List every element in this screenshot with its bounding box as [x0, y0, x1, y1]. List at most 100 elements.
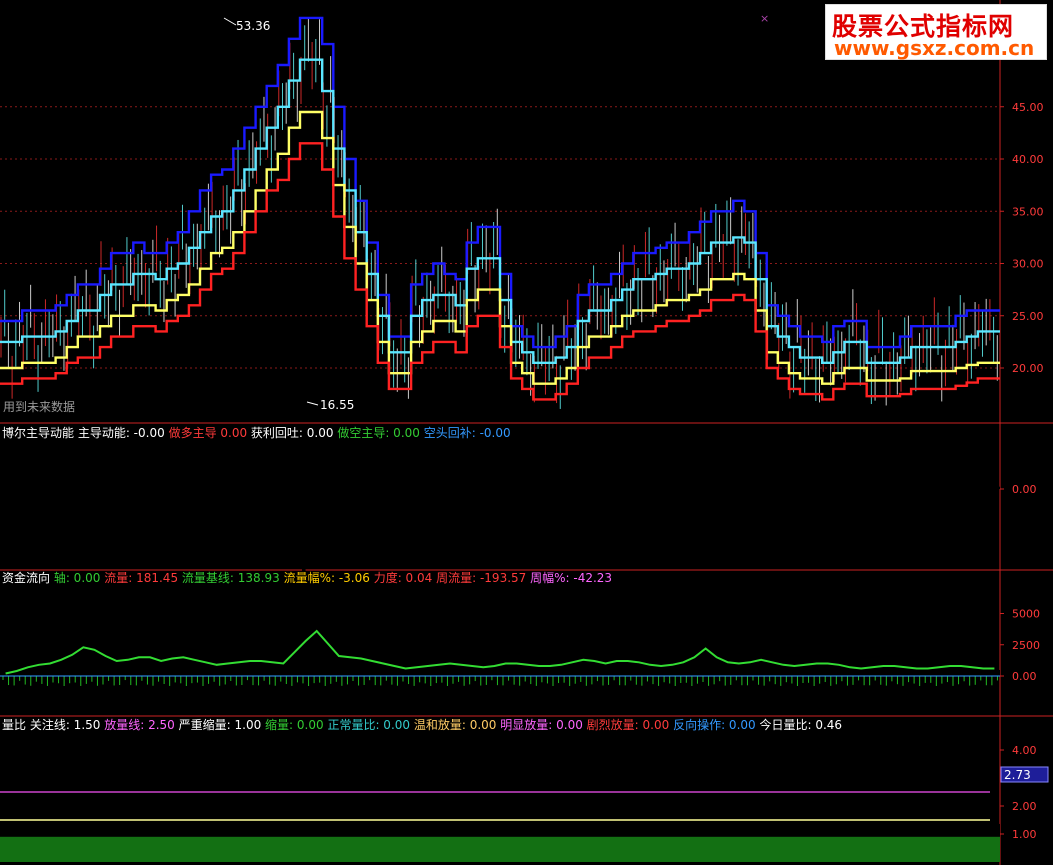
legend-title: 资金流向 — [2, 570, 54, 585]
flow-bar — [124, 661, 128, 676]
legend-item: 流量: 181.45 — [104, 571, 182, 585]
boll-bar — [196, 465, 200, 489]
flow-bar — [740, 667, 745, 676]
boll-bar — [757, 489, 762, 518]
boll-bar — [46, 482, 50, 489]
flow-bar — [835, 666, 839, 676]
boll-bar — [707, 489, 712, 502]
flow-bar — [563, 666, 567, 676]
flow-bar — [140, 658, 145, 676]
ratio-axis: 4.00 2.00 1.00 — [1000, 744, 1037, 841]
boll-bar — [663, 489, 667, 493]
flow-bar — [735, 664, 739, 676]
flow-bar — [524, 664, 528, 676]
boll-bar — [7, 486, 12, 489]
price-tick-label: 45.00 — [1012, 101, 1044, 114]
boll-bar — [79, 472, 84, 489]
boll-bar — [646, 481, 650, 489]
flow-bar — [240, 665, 245, 676]
boll-bar — [129, 478, 134, 489]
boll-bar — [229, 464, 234, 489]
boll-bar — [63, 489, 67, 493]
boll-bar — [124, 473, 128, 489]
boll-bar — [879, 489, 884, 503]
flow-volume-bars — [2, 588, 1000, 686]
flow-bar — [213, 668, 217, 676]
boll-bar — [796, 489, 800, 500]
flow-axis: 5000 2500 0.00 — [1000, 608, 1040, 683]
flow-bar — [840, 668, 845, 676]
ratio-current-value: 2.73 — [1004, 768, 1031, 782]
boll-bar — [2, 485, 6, 489]
flow-bar — [46, 667, 50, 676]
boll-bar — [502, 489, 506, 520]
ratio-tick-label: 2.00 — [1012, 800, 1037, 813]
boll-bar — [435, 456, 439, 489]
legend-item: 明显放量: 0.00 — [500, 717, 586, 732]
flow-bar — [824, 663, 828, 676]
boll-bar — [613, 475, 617, 489]
boll-bar — [390, 489, 395, 531]
boll-bar — [802, 482, 806, 489]
flow-bar — [785, 668, 789, 676]
price-tick-label: 30.00 — [1012, 258, 1044, 271]
boll-bar — [268, 489, 273, 527]
boll-bar — [429, 475, 434, 489]
flow-bar — [902, 668, 906, 676]
flow-bar — [857, 669, 862, 676]
boll-bar — [935, 489, 939, 503]
boll-bar — [457, 489, 462, 507]
flow-bar — [357, 658, 362, 676]
flow-bar — [529, 667, 534, 676]
boll-bar — [940, 489, 945, 499]
boll-bar — [857, 489, 862, 496]
boll-bar — [85, 477, 89, 489]
boll-tick-label: 0.00 — [1012, 483, 1037, 496]
price-tick-label: 20.00 — [1012, 362, 1044, 375]
flow-bar — [335, 661, 339, 676]
boll-bar — [240, 470, 245, 489]
boll-bar — [640, 475, 645, 489]
legend-item: 今日量比: 0.46 — [759, 717, 842, 732]
boll-bar — [335, 475, 339, 489]
boll-bar — [568, 471, 573, 489]
flow-bar — [574, 663, 578, 676]
flow-bar — [163, 667, 167, 676]
boll-bar — [735, 469, 739, 489]
flow-bar — [368, 662, 373, 676]
flow-bar — [535, 667, 539, 676]
flow-bar — [79, 632, 84, 676]
flow-bar — [940, 669, 945, 676]
boll-bar — [952, 484, 956, 489]
flow-bar — [396, 670, 400, 676]
flow-bar — [479, 668, 484, 676]
ratio-legend: 量比 关注线: 1.50 放量线: 2.50 严重缩量: 1.00 缩量: 0.… — [2, 717, 842, 732]
flow-bar — [990, 668, 995, 676]
flow-bar — [602, 664, 606, 676]
boll-bar — [729, 467, 734, 489]
flow-bar — [235, 662, 239, 676]
boll-bar — [257, 489, 262, 509]
boll-bar — [40, 479, 45, 489]
boll-bar — [29, 482, 34, 489]
flow-bar — [429, 667, 434, 676]
flow-bar — [790, 667, 795, 676]
boll-bar — [185, 472, 189, 489]
flow-bar — [190, 661, 195, 676]
boll-bar — [702, 489, 706, 507]
boll-bar — [24, 480, 28, 489]
flow-bar — [646, 666, 650, 676]
boll-bar — [579, 480, 584, 489]
legend-item: 关注线: 1.50 — [30, 717, 104, 732]
boll-bar — [246, 489, 250, 498]
ratio-base-fill — [0, 836, 1000, 862]
flow-bar — [40, 664, 45, 676]
flow-bar — [468, 667, 473, 676]
boll-bar — [840, 472, 845, 489]
flow-bar — [502, 659, 506, 676]
flow-bar — [174, 662, 178, 676]
price-tick-label: 40.00 — [1012, 153, 1044, 166]
flow-bar — [829, 666, 834, 676]
boll-bar — [179, 464, 184, 489]
boll-bar — [368, 449, 373, 489]
